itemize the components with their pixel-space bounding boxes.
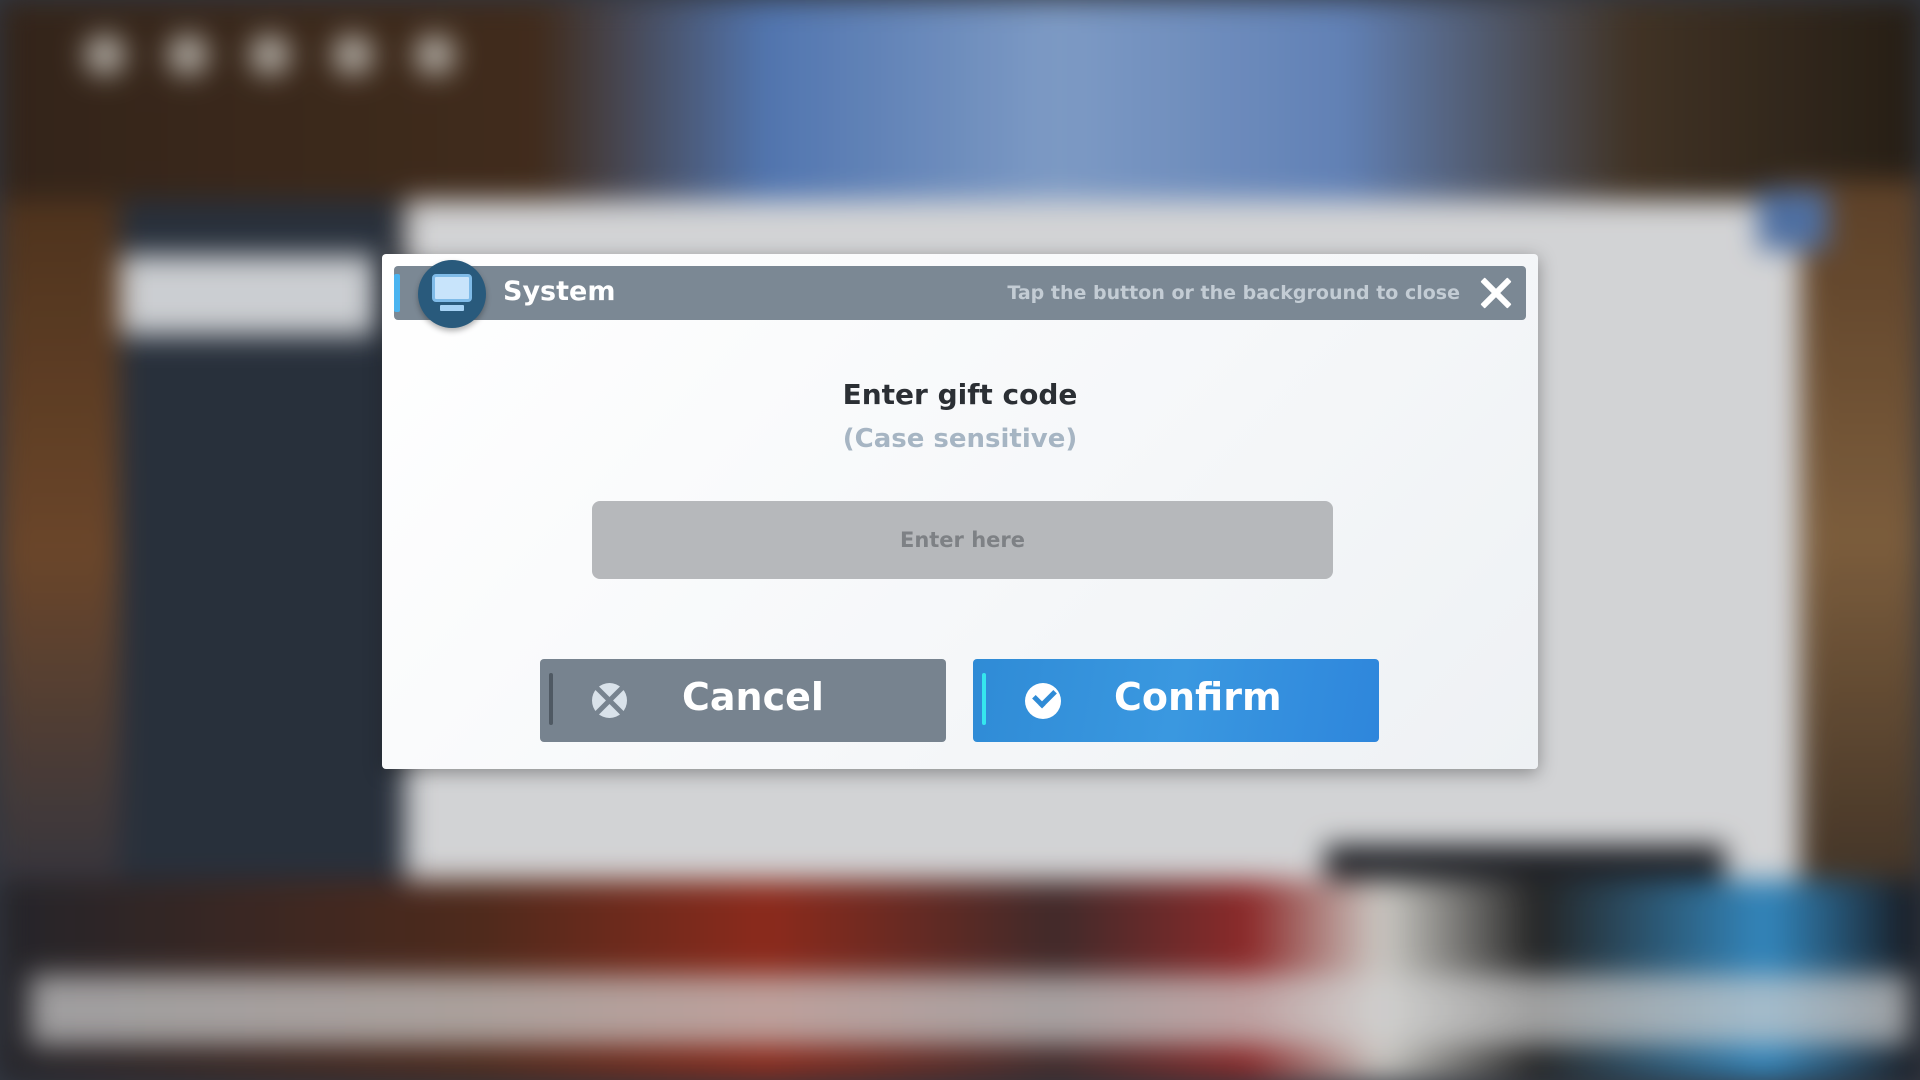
close-icon[interactable] — [1476, 273, 1516, 313]
cancel-button[interactable]: Cancel — [540, 659, 946, 742]
dialog-title: System — [503, 276, 616, 307]
cancel-button-bar — [549, 673, 553, 725]
close-hint: Tap the button or the background to clos… — [1007, 282, 1460, 304]
cancel-label: Cancel — [682, 675, 824, 719]
monitor-icon — [418, 260, 486, 328]
dialog-heading: Enter gift code — [842, 378, 1078, 411]
titlebar-accent — [394, 274, 400, 312]
confirm-button-bar — [982, 673, 986, 725]
check-circle-icon — [1025, 683, 1061, 719]
gift-code-dialog: System Tap the button or the background … — [382, 254, 1538, 769]
dialog-titlebar: System Tap the button or the background … — [394, 260, 1526, 328]
confirm-button[interactable]: Confirm — [973, 659, 1379, 742]
cancel-circle-icon — [592, 683, 627, 718]
gift-code-input[interactable] — [592, 501, 1333, 579]
case-sensitive-note: (Case sensitive) — [842, 424, 1078, 454]
confirm-label: Confirm — [1114, 675, 1282, 719]
